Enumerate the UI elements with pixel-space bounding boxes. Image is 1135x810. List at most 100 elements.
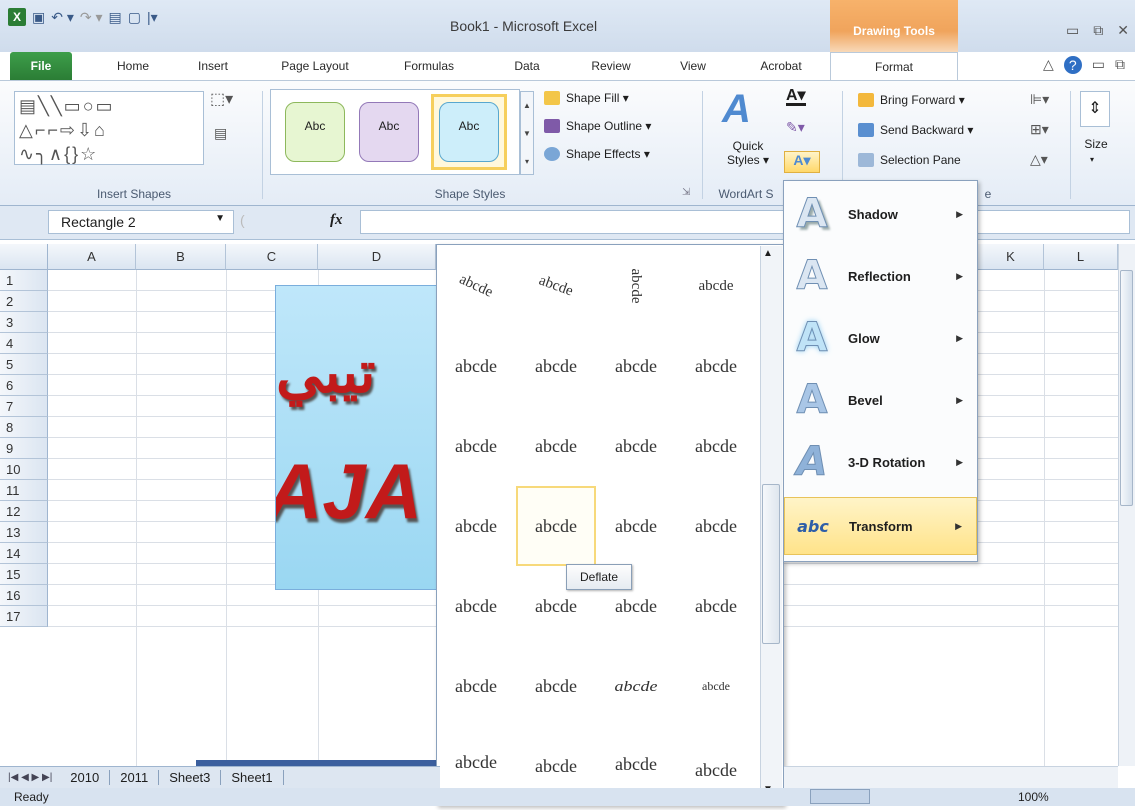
undo-icon[interactable]: ↶ ▾ [51,9,74,26]
transform-option[interactable]: abcde [596,406,676,486]
bring-forward-button[interactable]: Bring Forward ▾ [858,89,965,111]
size-dropdown-icon[interactable]: ▾ [1090,155,1094,164]
row-header[interactable]: 1 [0,270,48,291]
sheet-tab[interactable]: Sheet3 [159,770,222,785]
name-box[interactable]: Rectangle 2 ▼ [48,210,234,234]
tab-format[interactable]: Format [830,52,958,80]
menu-item-shadow[interactable]: A Shadow ▶ [784,183,977,245]
collapse-ribbon-icon[interactable]: △ [1043,56,1054,74]
sheet-tab[interactable]: 2011 [110,770,160,785]
tab-view[interactable]: View [672,52,714,80]
transform-option[interactable]: abcde [596,326,676,406]
close-icon[interactable]: ✕ [1117,22,1129,39]
menu-item-3d-rotation[interactable]: A 3-D Rotation ▶ [784,431,977,493]
tab-formulas[interactable]: Formulas [396,52,462,80]
transform-option[interactable]: abcde [676,486,756,566]
insert-function-icon[interactable]: fx [330,212,343,229]
transform-option[interactable]: abcde [676,246,756,326]
name-box-dropdown-icon[interactable]: ▼ [215,213,225,224]
minimize-workbook-icon[interactable]: ▭ [1092,56,1105,74]
transform-option[interactable]: abcde [596,246,676,326]
view-buttons[interactable] [810,789,870,804]
transform-option[interactable]: abcde [516,486,596,566]
wordart-rectangle[interactable]: تيبي AJA [275,285,440,590]
vertical-scroll-thumb[interactable] [1120,270,1133,506]
row-header[interactable]: 15 [0,564,48,585]
row-header[interactable]: 14 [0,543,48,564]
transform-option[interactable]: abcde [516,406,596,486]
column-header[interactable]: K [978,244,1044,270]
redo-icon[interactable]: ↷ ▾ [80,9,103,26]
column-header[interactable]: L [1044,244,1118,270]
menu-item-transform[interactable]: abc Transform ▶ [784,497,977,555]
sheet-tab[interactable]: 2010 [60,770,111,785]
tab-review[interactable]: Review [584,52,638,80]
sheet-tab[interactable]: Sheet1 [221,770,284,785]
column-header[interactable]: A [48,244,136,270]
transform-option[interactable]: abcde [596,654,676,718]
align-icon[interactable]: ⊫▾ [1030,91,1049,108]
quick-styles-icon[interactable]: A [722,87,751,132]
tab-home[interactable]: Home [108,52,158,80]
gallery-scroll-up-icon[interactable]: ▲ [763,248,773,259]
row-header[interactable]: 17 [0,606,48,627]
row-header[interactable]: 11 [0,480,48,501]
row-header[interactable]: 4 [0,333,48,354]
transform-option[interactable]: abcde [436,326,516,406]
horizontal-scrollbar[interactable] [784,766,1118,788]
tab-file[interactable]: File [10,52,72,80]
zoom-level[interactable]: 100% [1018,788,1049,806]
shape-style-swatch-green[interactable]: Abc [285,102,345,162]
dialog-launcher-icon[interactable]: ⇲ [682,187,690,198]
shape-style-swatch-purple[interactable]: Abc [359,102,419,162]
row-header[interactable]: 6 [0,375,48,396]
transform-option[interactable]: abcde [676,326,756,406]
row-header[interactable]: 8 [0,417,48,438]
help-icon[interactable]: ? [1063,56,1082,74]
row-header[interactable]: 5 [0,354,48,375]
row-header[interactable]: 3 [0,312,48,333]
quick-styles-label[interactable]: Quick Styles ▾ [718,139,778,167]
menu-item-bevel[interactable]: A Bevel ▶ [784,369,977,431]
paste-icon[interactable]: ▤ [109,9,122,26]
row-header[interactable]: 16 [0,585,48,606]
row-header[interactable]: 2 [0,291,48,312]
send-backward-button[interactable]: Send Backward ▾ [858,119,973,141]
transform-option[interactable]: abcde [676,566,756,646]
row-header[interactable]: 9 [0,438,48,459]
column-header[interactable]: B [136,244,226,270]
menu-item-glow[interactable]: A Glow ▶ [784,307,977,369]
menu-item-reflection[interactable]: A Reflection ▶ [784,245,977,307]
gallery-scroll-thumb[interactable] [762,484,780,644]
text-effects-button[interactable]: A▾ [784,151,820,173]
row-header[interactable]: 10 [0,459,48,480]
transform-option[interactable]: abcde [676,406,756,486]
tab-insert[interactable]: Insert [188,52,238,80]
transform-option[interactable]: abcde [596,486,676,566]
tab-page-layout[interactable]: Page Layout [270,52,360,80]
transform-option[interactable]: abcde [436,406,516,486]
shape-effects-button[interactable]: Shape Effects ▾ [544,143,650,165]
text-fill-icon[interactable]: A▾ [786,88,806,106]
shape-fill-button[interactable]: Shape Fill ▾ [544,87,629,109]
shape-outline-button[interactable]: Shape Outline ▾ [544,115,651,137]
text-box-icon[interactable]: ▤ [214,125,227,142]
tab-acrobat[interactable]: Acrobat [750,52,812,80]
transform-option[interactable]: abcde [516,646,596,726]
column-header[interactable]: C [226,244,318,270]
tab-data[interactable]: Data [504,52,550,80]
shapes-gallery[interactable]: ▤╲╲▭○▭ △⌐⌐⇨⇩⌂ ∿╮∧{}☆ [14,91,204,165]
restore-icon[interactable]: ⧉ [1093,22,1103,39]
transform-option[interactable]: abcde [516,326,596,406]
transform-option[interactable]: abcde [676,646,756,726]
transform-option[interactable]: abcde [436,486,516,566]
column-header[interactable]: D [318,244,436,270]
transform-option[interactable]: abcde [436,646,516,726]
select-all-corner[interactable] [0,244,48,270]
transform-option[interactable]: abcde [436,566,516,646]
group-objects-icon[interactable]: ⊞▾ [1030,121,1049,138]
sheet-nav-icons[interactable]: |◀ ◀ ▶ ▶| [0,772,60,783]
row-header[interactable]: 12 [0,501,48,522]
excel-logo-icon[interactable]: X [8,8,26,26]
row-header[interactable]: 13 [0,522,48,543]
